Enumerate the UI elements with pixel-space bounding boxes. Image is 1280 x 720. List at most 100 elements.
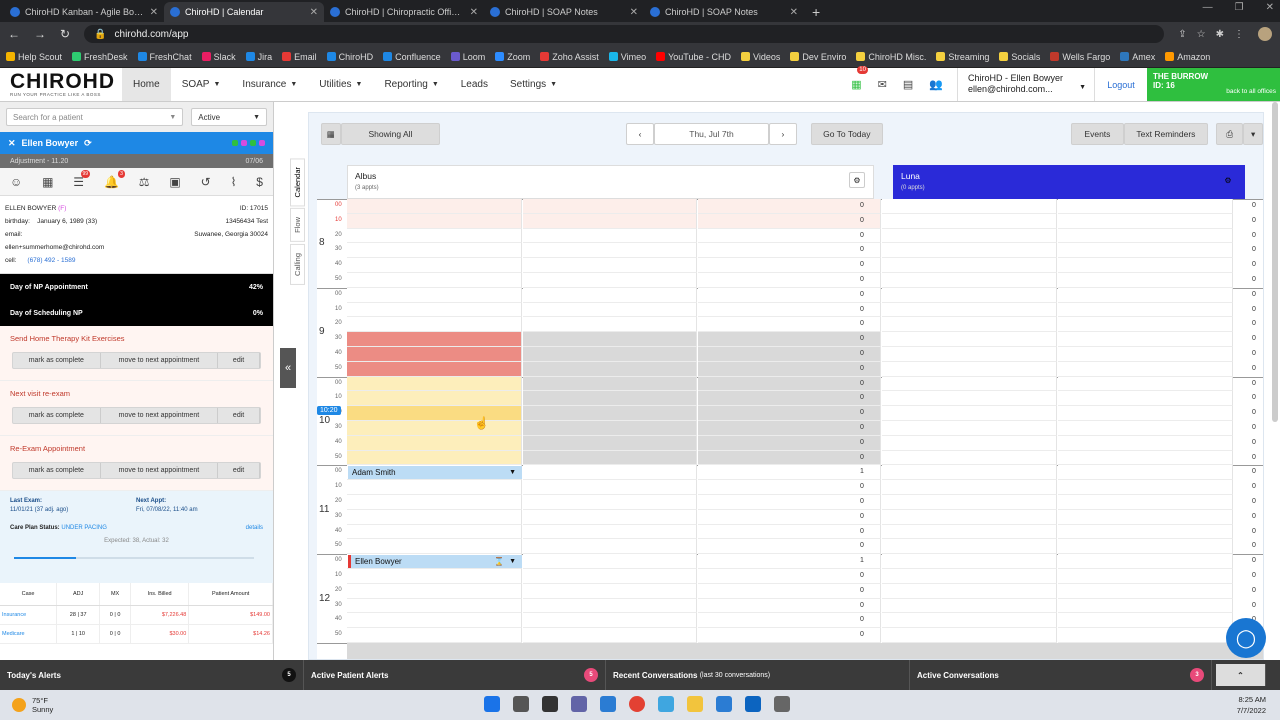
time-slot[interactable]: [882, 569, 1057, 584]
share-icon[interactable]: ⇪: [1178, 29, 1186, 40]
time-slot[interactable]: [1058, 228, 1233, 244]
time-slot[interactable]: [1058, 569, 1233, 584]
time-slot[interactable]: [882, 406, 1057, 421]
caret-down-icon[interactable]: ▼: [509, 558, 516, 565]
time-slot[interactable]: [882, 509, 1057, 525]
browser-tab-active[interactable]: ChiroHD | Calendar ✕: [164, 2, 324, 22]
time-slot[interactable]: [347, 598, 522, 614]
print-icon[interactable]: ⎙: [1215, 123, 1244, 145]
time-slot[interactable]: [882, 480, 1057, 495]
time-slot[interactable]: [523, 435, 697, 451]
time-slot[interactable]: [347, 450, 522, 466]
time-slot[interactable]: [347, 302, 522, 318]
time-slot[interactable]: [523, 598, 697, 614]
time-slot[interactable]: [1058, 450, 1233, 466]
time-slot[interactable]: [698, 199, 881, 214]
close-icon[interactable]: ✕: [310, 7, 318, 18]
time-slot[interactable]: [1058, 332, 1233, 347]
time-slot[interactable]: [347, 361, 522, 377]
time-slot[interactable]: [882, 332, 1057, 347]
profile-avatar[interactable]: [1258, 27, 1272, 41]
time-slot[interactable]: [698, 406, 881, 421]
browser-tab[interactable]: ChiroHD | SOAP Notes ✕: [644, 2, 804, 22]
time-slot[interactable]: [347, 258, 522, 273]
time-slot[interactable]: [1058, 524, 1233, 540]
weather-widget[interactable]: 75°F Sunny: [0, 696, 53, 714]
time-slot[interactable]: [523, 613, 697, 629]
bookmark[interactable]: Zoho Assist: [540, 52, 599, 62]
time-slot[interactable]: [523, 480, 697, 495]
system-clock[interactable]: 8:25 AM 7/7/2022: [1237, 694, 1266, 716]
move-next-appointment-button[interactable]: move to next appointment: [101, 463, 219, 478]
time-slot[interactable]: [882, 243, 1057, 259]
time-slot[interactable]: [347, 376, 522, 392]
time-slot[interactable]: [347, 643, 1263, 659]
time-slot[interactable]: [1058, 613, 1233, 629]
bookmark[interactable]: Email: [282, 52, 317, 62]
time-slot[interactable]: [1058, 243, 1233, 259]
time-slot[interactable]: [698, 228, 881, 244]
user-icon[interactable]: ☺: [10, 175, 22, 189]
time-slot[interactable]: [698, 509, 881, 525]
time-slot[interactable]: [698, 495, 881, 510]
nav-leads[interactable]: Leads: [450, 68, 499, 101]
bookmark[interactable]: Jira: [245, 52, 272, 62]
edit-button[interactable]: edit: [218, 463, 260, 478]
file-explorer-icon[interactable]: [687, 696, 703, 712]
events-button[interactable]: Events: [1071, 123, 1124, 145]
table-row[interactable]: Insurance 28 | 37 0 | 0 $7,226.48 $149.00: [0, 605, 273, 625]
time-slot[interactable]: [523, 243, 697, 259]
time-slot[interactable]: [698, 213, 881, 229]
time-slot[interactable]: [523, 583, 697, 599]
time-slot[interactable]: [882, 273, 1057, 288]
time-slot[interactable]: [882, 287, 1057, 303]
time-slot[interactable]: [347, 495, 522, 510]
time-slot[interactable]: [1058, 376, 1233, 392]
appointment-block[interactable]: Ellen Bowyer ▼ ⌛: [348, 555, 522, 569]
bookmark[interactable]: Dev Enviro: [790, 52, 846, 62]
time-slot[interactable]: [523, 347, 697, 362]
time-slot[interactable]: [1058, 347, 1233, 362]
time-slot[interactable]: [347, 613, 522, 629]
windows-start-icon[interactable]: [484, 696, 500, 712]
time-slot[interactable]: [698, 332, 881, 347]
time-slot[interactable]: [1058, 361, 1233, 377]
active-conversations[interactable]: Active Conversations 3: [910, 660, 1212, 690]
time-slot[interactable]: [882, 450, 1057, 466]
chat-launcher-icon[interactable]: ◯: [1226, 618, 1266, 658]
tab-calendar[interactable]: Calendar: [290, 158, 305, 207]
time-slot[interactable]: [347, 317, 522, 333]
time-slot[interactable]: [698, 243, 881, 259]
caret-down-icon[interactable]: ▾: [1243, 123, 1263, 145]
time-slot[interactable]: [347, 569, 522, 584]
prev-day-button[interactable]: ‹: [626, 123, 654, 145]
time-slot[interactable]: [523, 465, 697, 481]
caret-down-icon[interactable]: ▼: [509, 469, 516, 476]
patient-search-select[interactable]: Search for a patient ▼: [6, 108, 184, 126]
time-slot[interactable]: [1058, 509, 1233, 525]
email-value[interactable]: ellen+summerhome@chirohd.com: [5, 241, 268, 254]
time-slot[interactable]: [1058, 465, 1233, 481]
time-slot[interactable]: [523, 258, 697, 273]
time-slot[interactable]: [523, 628, 697, 643]
close-icon[interactable]: ✕: [150, 7, 158, 18]
money-icon[interactable]: $: [256, 175, 263, 189]
menu-icon[interactable]: ⋮: [1234, 29, 1244, 40]
time-slot[interactable]: [882, 583, 1057, 599]
time-slot[interactable]: [347, 228, 522, 244]
document-icon[interactable]: ▤: [903, 78, 913, 91]
time-slot[interactable]: [698, 302, 881, 318]
history-icon[interactable]: ↺: [201, 175, 211, 189]
go-to-today-button[interactable]: Go To Today: [810, 123, 883, 145]
minimize-icon[interactable]: —: [1203, 2, 1213, 13]
time-slot[interactable]: [1058, 317, 1233, 333]
time-slot[interactable]: [698, 628, 881, 643]
showing-all-button[interactable]: Showing All: [340, 123, 441, 145]
table-row[interactable]: Medicare 1 | 10 0 | 0 $30.00 $14.26: [0, 624, 273, 644]
time-slot[interactable]: [1058, 199, 1233, 214]
browser-tab[interactable]: ChiroHD Kanban - Agile Board - ... ✕: [4, 2, 164, 22]
time-slot[interactable]: [698, 361, 881, 377]
nav-utilities[interactable]: Utilities ▼: [308, 68, 373, 101]
time-slot[interactable]: [698, 613, 881, 629]
bell-icon[interactable]: 🔔 3: [104, 169, 125, 189]
